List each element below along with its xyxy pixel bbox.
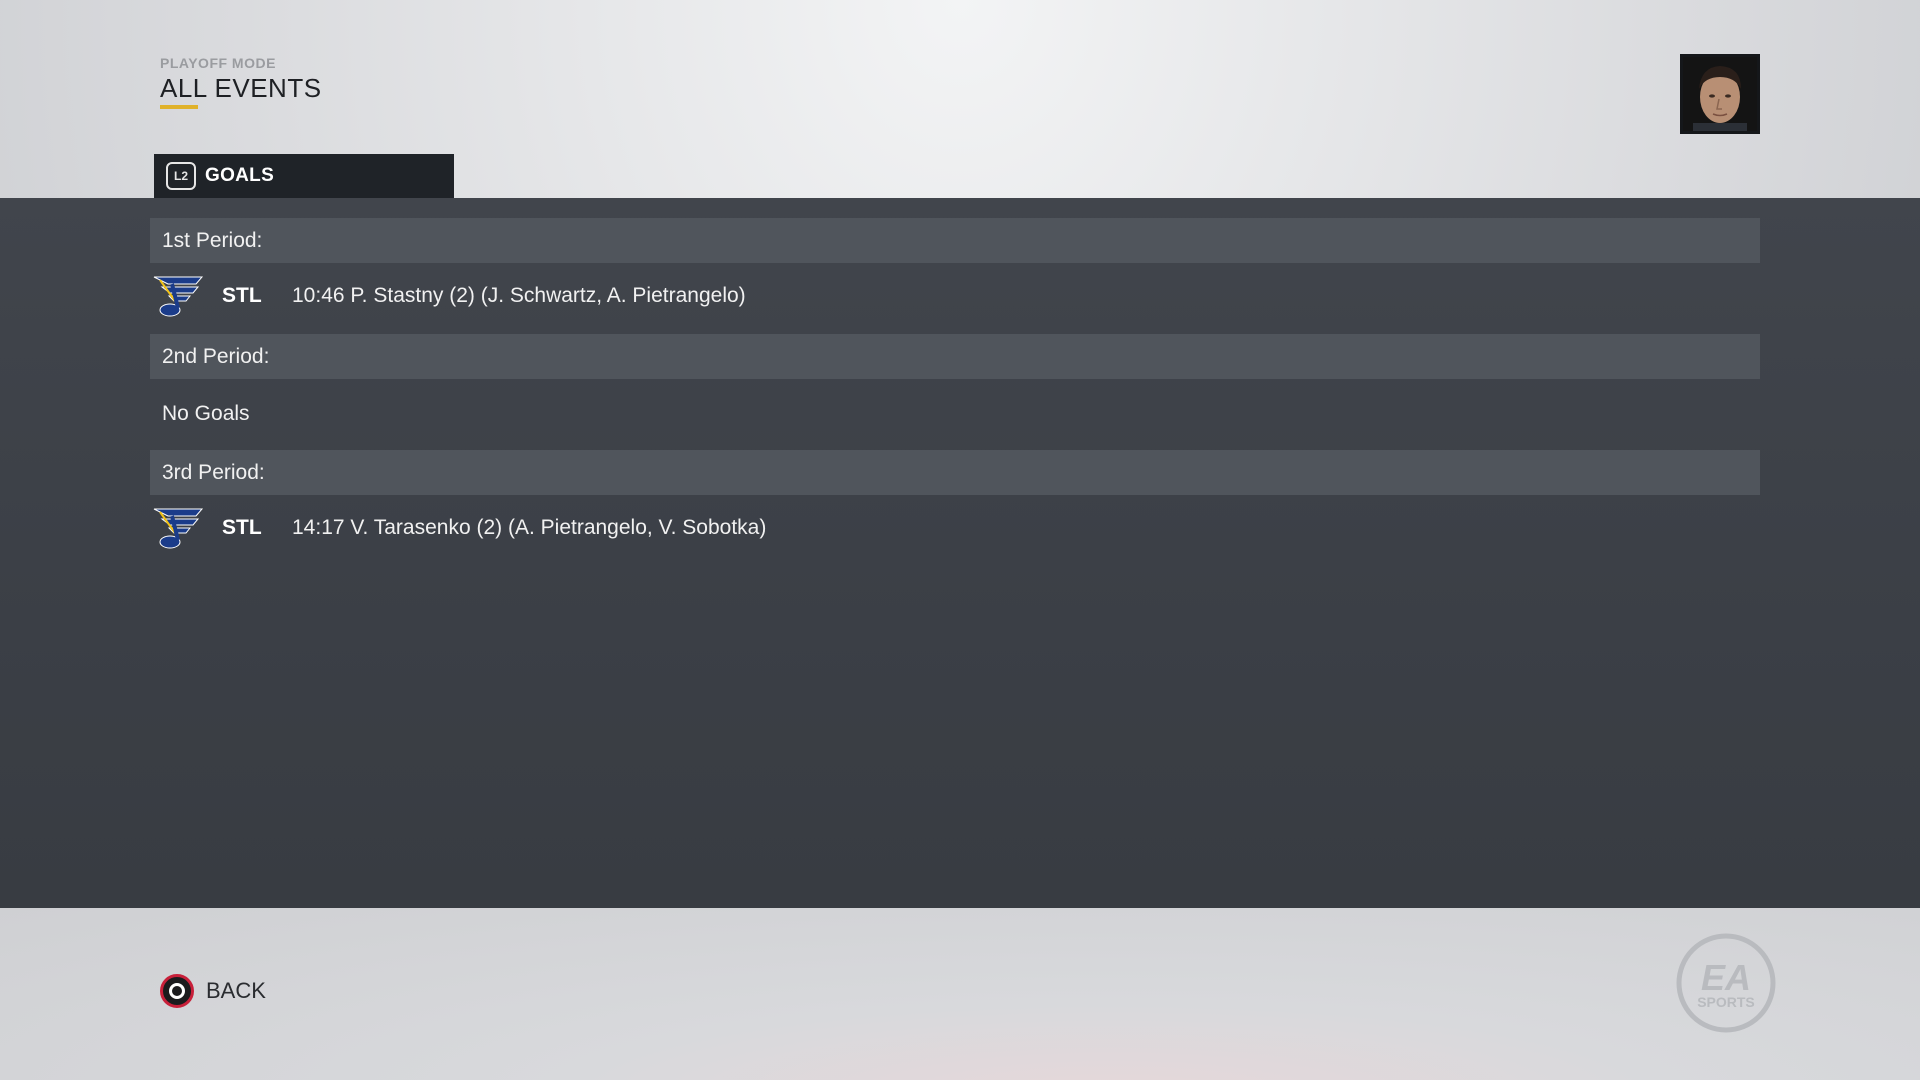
period-header-3: 3rd Period:	[150, 450, 1760, 495]
st-louis-blues-note-icon	[153, 276, 204, 317]
goal-row[interactable]: STL 14:17 V. Tarasenko (2) (A. Pietrange…	[150, 498, 1760, 558]
back-button[interactable]: BACK	[160, 974, 266, 1008]
no-goals-text: No Goals	[162, 402, 250, 425]
period-label: 3rd Period:	[162, 460, 265, 484]
team-abbreviation: STL	[222, 516, 262, 539]
team-abbreviation: STL	[222, 284, 262, 307]
title-underline	[160, 105, 198, 109]
back-label: BACK	[206, 978, 266, 1003]
st-louis-blues-note-icon	[153, 508, 204, 549]
goals-panel: 1st Period: STL 10:46 P. Stastny (2) (J.…	[0, 198, 1920, 908]
goal-description: 10:46 P. Stastny (2) (J. Schwartz, A. Pi…	[292, 284, 746, 307]
header: PLAYOFF MODE ALL EVENTS L2 GOALS	[0, 0, 1920, 198]
ea-logo-subtext: SPORTS	[1697, 994, 1755, 1010]
player-avatar[interactable]	[1680, 54, 1760, 134]
goal-row[interactable]: STL 10:46 P. Stastny (2) (J. Schwartz, A…	[150, 266, 1760, 326]
page-title: ALL EVENTS	[160, 73, 322, 103]
avatar-face-icon	[1683, 57, 1757, 131]
ea-sports-logo: EA SPORTS	[1676, 933, 1776, 1033]
ea-logo-text: EA	[1701, 957, 1751, 998]
period-label: 2nd Period:	[162, 344, 270, 368]
tab-goals-label: GOALS	[205, 165, 275, 186]
l2-button-icon: L2	[166, 162, 196, 190]
circle-button-icon	[160, 974, 194, 1008]
period-header-1: 1st Period:	[150, 218, 1760, 263]
period-header-2: 2nd Period:	[150, 334, 1760, 379]
goal-description: 14:17 V. Tarasenko (2) (A. Pietrangelo, …	[292, 516, 767, 539]
period-label: 1st Period:	[162, 228, 263, 252]
mode-label: PLAYOFF MODE	[160, 55, 276, 71]
footer	[0, 908, 1920, 1080]
tab-goals[interactable]: L2 GOALS	[154, 154, 454, 198]
